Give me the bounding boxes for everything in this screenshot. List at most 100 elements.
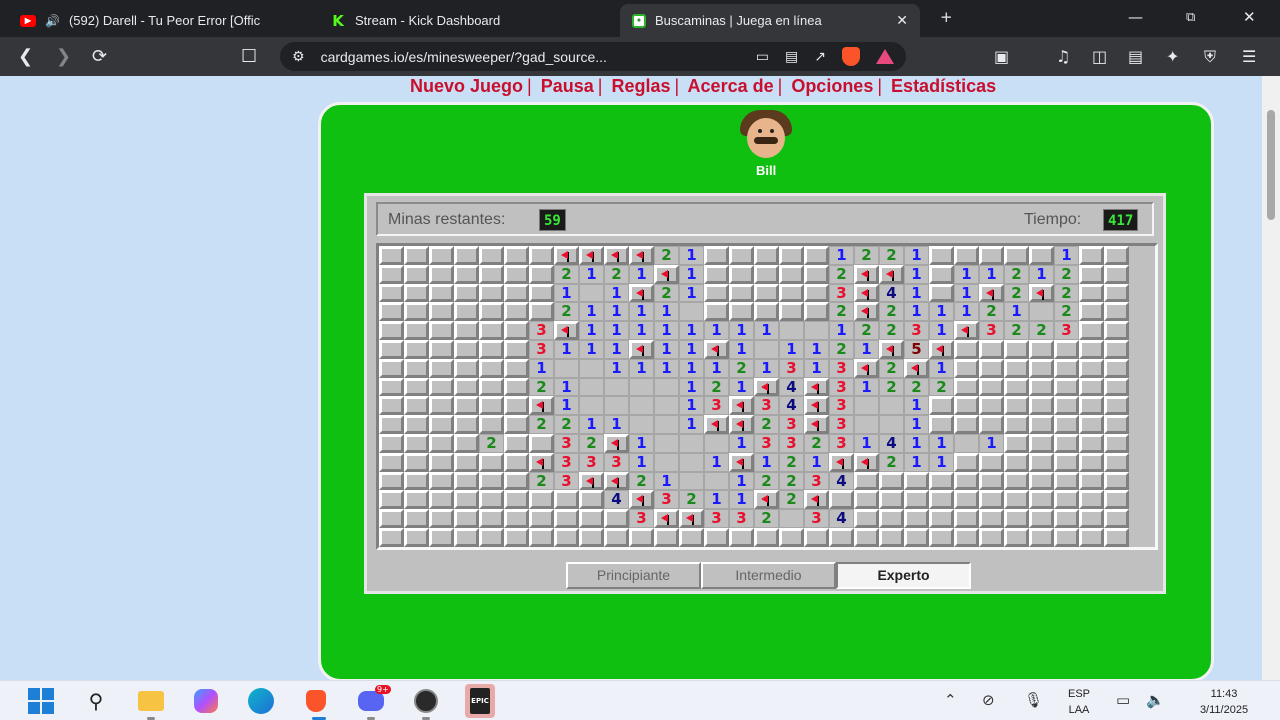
- number-cell[interactable]: 2: [879, 358, 904, 378]
- hidden-cell[interactable]: [379, 415, 404, 434]
- hidden-cell[interactable]: [454, 246, 479, 265]
- hidden-cell[interactable]: [954, 396, 979, 416]
- hidden-cell[interactable]: [504, 415, 529, 434]
- number-cell[interactable]: 3: [779, 415, 804, 434]
- hidden-cell[interactable]: [379, 452, 404, 472]
- hidden-cell[interactable]: [1004, 246, 1029, 265]
- hidden-cell[interactable]: [1104, 471, 1129, 491]
- hidden-cell[interactable]: [1054, 433, 1079, 453]
- number-cell[interactable]: 1: [904, 283, 929, 303]
- number-cell[interactable]: 1: [554, 396, 579, 416]
- hidden-cell[interactable]: [1079, 471, 1104, 491]
- revealed-cell[interactable]: [1029, 302, 1054, 322]
- page-scrollbar[interactable]: [1262, 76, 1280, 680]
- hidden-cell[interactable]: [454, 358, 479, 378]
- hidden-cell[interactable]: [704, 264, 729, 284]
- flag-icon[interactable]: [854, 302, 879, 322]
- number-cell[interactable]: 1: [854, 377, 879, 397]
- hidden-cell[interactable]: [904, 490, 929, 510]
- revealed-cell[interactable]: [579, 283, 604, 303]
- hidden-cell[interactable]: [1104, 302, 1129, 322]
- hidden-cell[interactable]: [854, 527, 879, 547]
- hidden-cell[interactable]: [529, 302, 554, 322]
- number-cell[interactable]: 3: [829, 377, 854, 397]
- number-cell[interactable]: 1: [779, 339, 804, 359]
- hidden-cell[interactable]: [829, 490, 854, 510]
- revealed-cell[interactable]: [554, 358, 579, 378]
- menu-icon[interactable]: ☰: [1242, 47, 1256, 66]
- brave-browser-icon[interactable]: [302, 687, 330, 715]
- hidden-cell[interactable]: [879, 490, 904, 510]
- hidden-cell[interactable]: [1104, 358, 1129, 378]
- number-cell[interactable]: 1: [704, 490, 729, 510]
- hidden-cell[interactable]: [504, 433, 529, 453]
- hidden-cell[interactable]: [454, 471, 479, 491]
- hidden-cell[interactable]: [504, 302, 529, 322]
- copilot-icon[interactable]: [192, 687, 220, 715]
- number-cell[interactable]: 1: [654, 358, 679, 378]
- number-cell[interactable]: 2: [804, 433, 829, 453]
- number-cell[interactable]: 2: [554, 415, 579, 434]
- number-cell[interactable]: 4: [829, 471, 854, 491]
- hidden-cell[interactable]: [579, 490, 604, 510]
- number-cell[interactable]: 2: [879, 377, 904, 397]
- hidden-cell[interactable]: [479, 339, 504, 359]
- hidden-cell[interactable]: [704, 302, 729, 322]
- hidden-cell[interactable]: [529, 509, 554, 528]
- number-cell[interactable]: 1: [579, 321, 604, 340]
- number-cell[interactable]: 5: [904, 339, 929, 359]
- hidden-cell[interactable]: [729, 302, 754, 322]
- flag-icon[interactable]: [554, 321, 579, 340]
- hidden-cell[interactable]: [929, 283, 954, 303]
- number-cell[interactable]: 3: [554, 471, 579, 491]
- number-cell[interactable]: 1: [629, 264, 654, 284]
- hidden-cell[interactable]: [454, 490, 479, 510]
- flag-icon[interactable]: [879, 264, 904, 284]
- hidden-cell[interactable]: [429, 302, 454, 322]
- hidden-cell[interactable]: [1104, 527, 1129, 547]
- reader-icon[interactable]: ▤: [785, 49, 798, 65]
- number-cell[interactable]: 1: [604, 283, 629, 303]
- hidden-cell[interactable]: [404, 471, 429, 491]
- hidden-cell[interactable]: [1054, 339, 1079, 359]
- hidden-cell[interactable]: [979, 339, 1004, 359]
- number-cell[interactable]: 1: [729, 471, 754, 491]
- hidden-cell[interactable]: [729, 527, 754, 547]
- number-cell[interactable]: 3: [829, 283, 854, 303]
- hidden-cell[interactable]: [904, 527, 929, 547]
- hidden-cell[interactable]: [804, 246, 829, 265]
- hidden-cell[interactable]: [954, 452, 979, 472]
- number-cell[interactable]: 1: [629, 358, 654, 378]
- hidden-cell[interactable]: [429, 527, 454, 547]
- number-cell[interactable]: 1: [529, 358, 554, 378]
- number-cell[interactable]: 1: [854, 433, 879, 453]
- hidden-cell[interactable]: [479, 471, 504, 491]
- hidden-cell[interactable]: [429, 433, 454, 453]
- hidden-cell[interactable]: [379, 396, 404, 416]
- hidden-cell[interactable]: [454, 377, 479, 397]
- number-cell[interactable]: 3: [529, 339, 554, 359]
- hidden-cell[interactable]: [404, 509, 429, 528]
- hidden-cell[interactable]: [1004, 396, 1029, 416]
- hidden-cell[interactable]: [979, 509, 1004, 528]
- flag-icon[interactable]: [854, 452, 879, 472]
- hidden-cell[interactable]: [1079, 302, 1104, 322]
- hidden-cell[interactable]: [929, 415, 954, 434]
- number-cell[interactable]: 1: [554, 283, 579, 303]
- number-cell[interactable]: 1: [904, 264, 929, 284]
- network-icon[interactable]: ⊘: [982, 691, 995, 709]
- flag-icon[interactable]: [604, 471, 629, 491]
- hidden-cell[interactable]: [429, 358, 454, 378]
- close-tab-icon[interactable]: ✕: [896, 12, 908, 29]
- number-cell[interactable]: 2: [604, 264, 629, 284]
- revealed-cell[interactable]: [629, 377, 654, 397]
- number-cell[interactable]: 3: [579, 452, 604, 472]
- hidden-cell[interactable]: [804, 283, 829, 303]
- number-cell[interactable]: 1: [629, 433, 654, 453]
- hidden-cell[interactable]: [1104, 264, 1129, 284]
- number-cell[interactable]: 2: [1004, 283, 1029, 303]
- hidden-cell[interactable]: [979, 415, 1004, 434]
- hidden-cell[interactable]: [404, 452, 429, 472]
- hidden-cell[interactable]: [929, 527, 954, 547]
- hidden-cell[interactable]: [454, 264, 479, 284]
